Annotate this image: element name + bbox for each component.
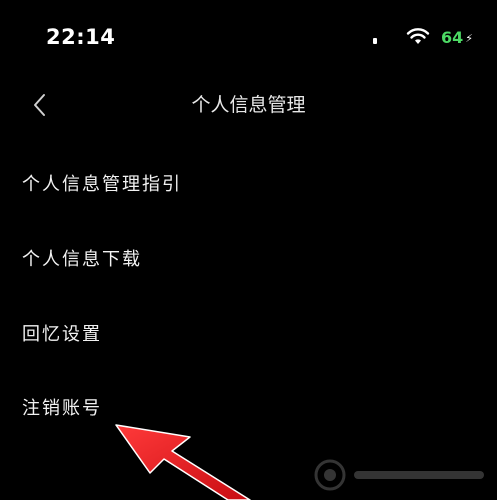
menu-item-label: 个人信息管理指引 xyxy=(22,174,182,195)
battery-level: 64 xyxy=(441,28,464,47)
menu-item-label: 注销账号 xyxy=(22,398,102,419)
arrow-shape xyxy=(115,424,251,500)
wifi-icon xyxy=(406,28,430,44)
red-arrow-annotation xyxy=(115,424,251,500)
status-time: 22:14 xyxy=(46,25,116,49)
page-title: 个人信息管理 xyxy=(191,94,306,116)
menu-item-personal-info-download[interactable]: 个人信息下载 xyxy=(0,237,497,281)
status-bar: 22:14 64 ⚡ xyxy=(0,0,497,76)
watermark-logo xyxy=(314,459,484,491)
charging-bolt-icon: ⚡ xyxy=(465,32,473,45)
battery-indicator: 64 ⚡ xyxy=(441,28,473,47)
menu-item-label: 回忆设置 xyxy=(22,324,102,345)
cellular-signal-icon xyxy=(373,38,377,44)
menu-item-memory-settings[interactable]: 回忆设置 xyxy=(0,312,497,356)
menu-item-personal-info-guide[interactable]: 个人信息管理指引 xyxy=(0,162,497,206)
menu-item-label: 个人信息下载 xyxy=(22,249,142,270)
nav-bar: 个人信息管理 xyxy=(0,80,497,128)
